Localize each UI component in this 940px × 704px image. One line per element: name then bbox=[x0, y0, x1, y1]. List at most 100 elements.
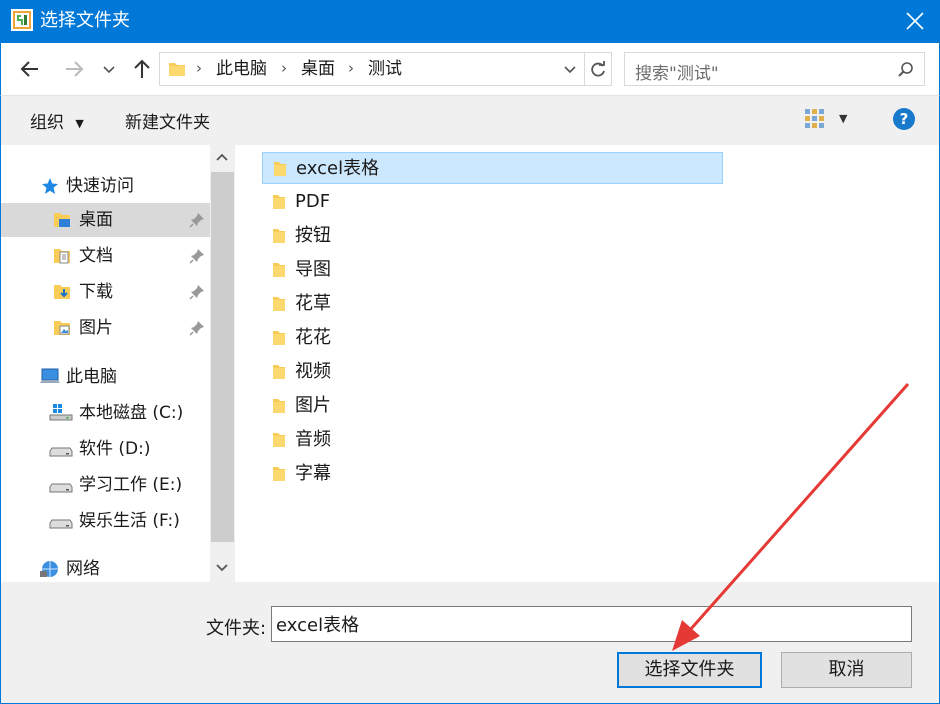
nav-drive-f[interactable]: 娱乐生活 (F:) bbox=[1, 504, 210, 538]
select-folder-button[interactable]: 选择文件夹 bbox=[617, 652, 762, 688]
nav-quick-access[interactable]: 快速访问 bbox=[1, 169, 210, 203]
breadcrumb-desktop[interactable]: 桌面 bbox=[301, 59, 335, 79]
pin-icon[interactable] bbox=[189, 284, 205, 300]
nav-item-downloads[interactable]: 下载 bbox=[1, 275, 210, 309]
folder-icon bbox=[273, 433, 285, 447]
network-icon bbox=[40, 561, 58, 577]
recent-locations-chevron-icon[interactable] bbox=[99, 56, 119, 82]
command-bar: 组织 ▼ 新建文件夹 ▼ ? bbox=[0, 95, 940, 145]
file-name: PDF bbox=[295, 191, 331, 212]
chevron-down-icon[interactable] bbox=[562, 62, 578, 78]
nav-drive-label: 本地磁盘 (C:) bbox=[79, 403, 184, 423]
scroll-up-icon[interactable] bbox=[215, 151, 229, 163]
organize-button[interactable]: 组织 ▼ bbox=[30, 108, 84, 133]
nav-drive-label: 学习工作 (E:) bbox=[79, 475, 183, 495]
file-name: 字幕 bbox=[295, 463, 331, 484]
folder-icon bbox=[273, 399, 285, 413]
scrollbar-thumb[interactable] bbox=[211, 172, 234, 542]
organize-label: 组织 bbox=[30, 113, 64, 133]
breadcrumb-this-pc[interactable]: 此电脑 bbox=[216, 59, 267, 79]
dialog-footer: 文件夹: 选择文件夹 取消 bbox=[0, 582, 940, 704]
close-button[interactable] bbox=[890, 0, 940, 43]
nav-drive-label: 娱乐生活 (F:) bbox=[79, 511, 180, 531]
chevron-right-icon: › bbox=[281, 59, 287, 77]
pin-icon[interactable] bbox=[189, 212, 205, 228]
drive-icon bbox=[49, 447, 73, 457]
nav-this-pc-label: 此电脑 bbox=[66, 367, 117, 387]
file-name: 图片 bbox=[295, 395, 331, 416]
nav-network-label: 网络 bbox=[66, 559, 100, 579]
folder-icon bbox=[273, 331, 285, 345]
folder-icon bbox=[273, 263, 285, 277]
nav-network[interactable]: 网络 bbox=[1, 552, 210, 586]
app-logo-icon bbox=[11, 9, 33, 31]
nav-item-label: 图片 bbox=[79, 318, 113, 338]
pictures-folder-icon bbox=[54, 321, 70, 335]
file-row[interactable]: PDF bbox=[262, 186, 723, 218]
new-folder-button[interactable]: 新建文件夹 bbox=[125, 108, 210, 133]
chevron-right-icon: › bbox=[196, 59, 202, 77]
nav-item-desktop[interactable]: 桌面 bbox=[1, 203, 210, 237]
file-name: 导图 bbox=[295, 259, 331, 280]
nav-item-label: 文档 bbox=[79, 246, 113, 266]
chevron-right-icon: › bbox=[348, 59, 354, 77]
close-icon bbox=[906, 12, 924, 30]
drive-icon bbox=[49, 483, 73, 493]
file-name: 视频 bbox=[295, 361, 331, 382]
file-row[interactable]: 花花 bbox=[262, 322, 723, 354]
file-name: 音频 bbox=[295, 429, 331, 450]
divider bbox=[584, 53, 585, 85]
back-button[interactable] bbox=[17, 56, 43, 82]
nav-drive-e[interactable]: 学习工作 (E:) bbox=[1, 468, 210, 502]
nav-drive-d[interactable]: 软件 (D:) bbox=[1, 432, 210, 466]
nav-this-pc[interactable]: 此电脑 bbox=[1, 360, 210, 394]
forward-button[interactable] bbox=[61, 56, 87, 82]
folder-field-label: 文件夹: bbox=[206, 618, 267, 639]
nav-item-pictures[interactable]: 图片 bbox=[1, 311, 210, 345]
folder-name-input[interactable] bbox=[271, 606, 912, 642]
file-row[interactable]: 视频 bbox=[262, 356, 723, 388]
folder-icon bbox=[169, 63, 185, 76]
file-list-pane: excel表格 PDF 按钮 导图 花草 花花 视频 图片 音频 字幕 bbox=[235, 145, 940, 582]
star-icon bbox=[42, 178, 58, 194]
nav-pane-scrollbar[interactable] bbox=[210, 145, 235, 582]
refresh-icon[interactable] bbox=[588, 60, 608, 80]
title-bar: 选择文件夹 bbox=[0, 0, 940, 43]
file-row[interactable]: 按钮 bbox=[262, 220, 723, 252]
file-name: excel表格 bbox=[296, 158, 380, 179]
file-row[interactable]: 图片 bbox=[262, 390, 723, 422]
pin-icon[interactable] bbox=[189, 248, 205, 264]
search-icon[interactable] bbox=[897, 61, 915, 79]
computer-icon bbox=[40, 368, 60, 383]
file-row[interactable]: 花草 bbox=[262, 288, 723, 320]
file-row[interactable]: 字幕 bbox=[262, 458, 723, 490]
breadcrumb-test[interactable]: 测试 bbox=[368, 59, 402, 79]
cancel-button[interactable]: 取消 bbox=[781, 652, 912, 688]
downloads-folder-icon bbox=[54, 285, 70, 299]
nav-item-documents[interactable]: 文档 bbox=[1, 239, 210, 273]
scroll-down-icon[interactable] bbox=[215, 562, 229, 574]
view-options-icon[interactable] bbox=[804, 108, 828, 130]
nav-drive-label: 软件 (D:) bbox=[79, 439, 151, 459]
svg-text:?: ? bbox=[900, 110, 909, 128]
help-icon[interactable]: ? bbox=[892, 107, 916, 131]
file-row[interactable]: 音频 bbox=[262, 424, 723, 456]
up-button[interactable] bbox=[129, 56, 155, 82]
nav-drive-c[interactable]: 本地磁盘 (C:) bbox=[1, 396, 210, 430]
file-name: 按钮 bbox=[295, 225, 331, 246]
view-dropdown-caret-icon[interactable]: ▼ bbox=[839, 112, 847, 125]
navigation-bar: › 此电脑 › 桌面 › 测试 搜索"测试" bbox=[0, 43, 940, 95]
address-bar[interactable]: › 此电脑 › 桌面 › 测试 bbox=[159, 52, 612, 86]
nav-quick-access-label: 快速访问 bbox=[66, 176, 134, 196]
file-row[interactable]: excel表格 bbox=[262, 152, 723, 184]
caret-down-icon: ▼ bbox=[75, 116, 84, 130]
pin-icon[interactable] bbox=[189, 320, 205, 336]
nav-item-label: 下载 bbox=[79, 282, 113, 302]
search-placeholder: 搜索"测试" bbox=[635, 64, 719, 84]
folder-icon bbox=[274, 162, 286, 176]
folder-icon bbox=[273, 467, 285, 481]
folder-icon bbox=[273, 297, 285, 311]
window-title: 选择文件夹 bbox=[40, 10, 130, 31]
search-box[interactable]: 搜索"测试" bbox=[624, 52, 925, 86]
file-row[interactable]: 导图 bbox=[262, 254, 723, 286]
